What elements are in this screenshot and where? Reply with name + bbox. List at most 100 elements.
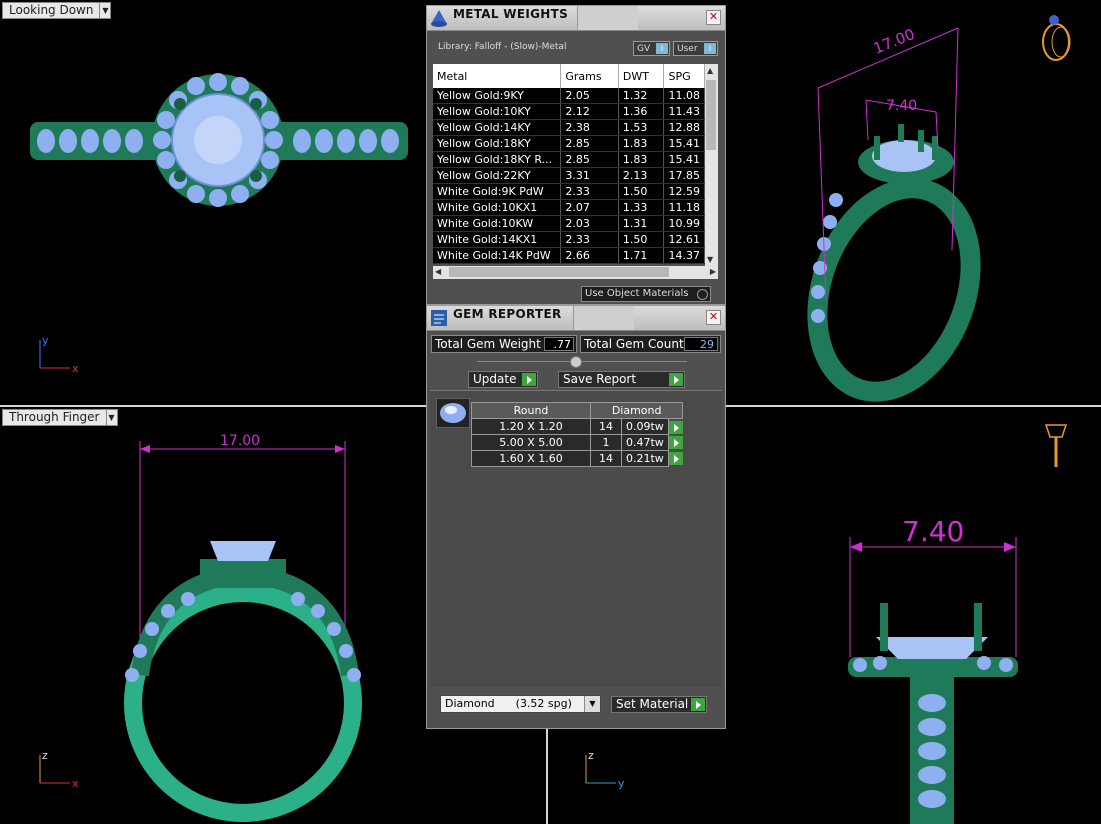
axis-v-label: z (42, 749, 48, 762)
table-cell: White Gold:14K PdW (433, 247, 562, 264)
use-object-materials-checkbox[interactable]: Use Object Materials (581, 286, 711, 302)
update-button[interactable]: Update (468, 371, 538, 388)
viewport-side[interactable]: 7.40 (726, 407, 1101, 824)
dimension-label: 7.40 (902, 515, 964, 548)
material-select-value: Diamond (3.52 spg) (445, 697, 572, 710)
set-material-button[interactable]: Set Material (611, 696, 707, 713)
table-cell: Yellow Gold:14KY (433, 119, 562, 136)
gem-weight: 0.09tw (621, 418, 669, 435)
select-gem-icon[interactable] (668, 452, 683, 466)
gem-count: 1 (590, 434, 622, 451)
play-icon (669, 373, 683, 386)
table-cell: Yellow Gold:18KY R... (433, 151, 562, 168)
gv-toggle[interactable]: GV I (633, 41, 670, 56)
scroll-down-icon[interactable]: ▼ (707, 255, 713, 264)
table-row[interactable]: Yellow Gold:10KY 2.12 1.36 11.43 (433, 103, 705, 120)
table-cell: 15.41 (663, 135, 705, 152)
scrollbar-thumb[interactable] (449, 267, 669, 277)
select-gem-icon[interactable] (668, 420, 683, 434)
toggle-knob: I (656, 43, 668, 54)
table-row[interactable]: White Gold:9K PdW 2.33 1.50 12.59 (433, 183, 705, 200)
table-row[interactable]: White Gold:10KX1 2.07 1.33 11.18 (433, 199, 705, 216)
table-row[interactable]: White Gold:14KX1 2.33 1.50 12.61 (433, 231, 705, 248)
scrollbar-thumb[interactable] (706, 80, 716, 150)
scroll-left-icon[interactable]: ◀ (435, 267, 441, 276)
table-cell: 1.31 (618, 215, 665, 232)
set-material-button-label: Set Material (616, 697, 689, 711)
save-report-button-label: Save Report (563, 372, 637, 386)
total-gem-weight-field: Total Gem Weight .77 (431, 335, 577, 353)
gem-reporter-icon (431, 310, 447, 326)
gem-shape-header: Round (471, 402, 591, 419)
view-selector-looking-down[interactable]: Looking Down ▼ (2, 2, 112, 19)
table-cell: Yellow Gold:10KY (433, 103, 562, 120)
table-cell: 2.85 (560, 135, 619, 152)
view-selector-through-finger[interactable]: Through Finger ▼ (2, 409, 118, 426)
select-gem-icon[interactable] (668, 436, 683, 450)
metal-weights-titlebar[interactable]: METAL WEIGHTS ✕ (427, 6, 725, 31)
material-select[interactable]: Diamond (3.52 spg) ▼ (440, 695, 601, 713)
table-row[interactable]: White Gold:14K PdW 2.66 1.71 14.37 (433, 247, 705, 264)
table-cell: 1.83 (618, 151, 665, 168)
table-row[interactable]: Yellow Gold:9KY 2.05 1.32 11.08 (433, 88, 705, 104)
table-cell: 1.71 (618, 247, 665, 264)
table-row[interactable]: Yellow Gold:14KY 2.38 1.53 12.88 (433, 119, 705, 136)
toggle-knob: I (704, 43, 716, 54)
splitter-line (477, 361, 687, 362)
round-gem-icon (436, 398, 470, 428)
pendant-orientation-icon (1044, 424, 1068, 467)
axis-v-label: z (588, 749, 594, 762)
table-cell: 15.41 (663, 151, 705, 168)
gem-table: Round Diamond 1.20 X 1.20 14 0.09tw 5.00 X … (471, 402, 684, 467)
scroll-right-icon[interactable]: ▶ (710, 267, 716, 276)
table-cell: Yellow Gold:9KY (433, 88, 562, 104)
chevron-down-icon[interactable]: ▼ (584, 696, 600, 712)
close-icon[interactable]: ✕ (706, 10, 721, 25)
table-row[interactable]: Yellow Gold:18KY R... 2.85 1.83 15.41 (433, 151, 705, 168)
table-cell: 2.33 (560, 231, 619, 248)
total-gem-weight-label: Total Gem Weight (435, 337, 541, 351)
axis-h-label: y (618, 777, 625, 790)
save-report-button[interactable]: Save Report (558, 371, 685, 388)
gem-row: 1.60 X 1.60 14 0.21tw (471, 450, 683, 467)
metal-table-header[interactable]: Grams (560, 64, 619, 88)
metal-weights-table: Metal Grams DWT SPG Yellow Gold:9KY 2.05 1.32… (433, 64, 705, 264)
total-gem-count-field: Total Gem Count 29 (580, 335, 721, 353)
table-row[interactable]: White Gold:10KW 2.03 1.31 10.99 (433, 215, 705, 232)
chevron-down-icon[interactable]: ▼ (100, 2, 112, 19)
table-cell: White Gold:14KX1 (433, 231, 562, 248)
table-cell: 10.99 (663, 215, 705, 232)
table-cell: 2.33 (560, 183, 619, 200)
table-cell: 11.43 (663, 103, 705, 120)
vertical-scrollbar[interactable]: ▲ ▼ (705, 64, 718, 266)
table-row[interactable]: Yellow Gold:22KY 3.31 2.13 17.85 (433, 167, 705, 184)
gem-reporter-panel: GEM REPORTER ✕ Total Gem Weight .77 Tota… (426, 305, 726, 729)
update-button-label: Update (473, 372, 517, 386)
table-cell: 11.08 (663, 88, 705, 104)
metal-table-header[interactable]: DWT (618, 64, 665, 88)
gem-count: 14 (590, 450, 622, 467)
metal-table-header[interactable]: SPG (663, 64, 705, 88)
viewport-perspective[interactable]: 17.00 7.40 (726, 0, 1101, 405)
titlebar-tab (577, 6, 638, 30)
view-name: Through Finger (2, 409, 107, 426)
play-icon (522, 373, 536, 386)
table-cell: 2.85 (560, 151, 619, 168)
close-icon[interactable]: ✕ (706, 310, 721, 325)
gem-reporter-titlebar[interactable]: GEM REPORTER ✕ (427, 306, 725, 331)
table-row[interactable]: Yellow Gold:18KY 2.85 1.83 15.41 (433, 135, 705, 152)
scroll-up-icon[interactable]: ▲ (707, 66, 713, 75)
metal-table-header[interactable]: Metal (433, 64, 562, 88)
axis-h-label: x (72, 362, 79, 375)
gv-toggle-label: GV (637, 44, 651, 54)
table-cell: Yellow Gold:18KY (433, 135, 562, 152)
axis-triad-icon: z x (39, 749, 79, 790)
gem-size: 5.00 X 5.00 (471, 434, 591, 451)
chevron-down-icon[interactable]: ▼ (106, 409, 118, 426)
viewport-looking-down[interactable]: Looking Down ▼ y x (0, 0, 426, 405)
horizontal-scrollbar[interactable]: ◀ ▶ (433, 266, 718, 279)
table-cell: Yellow Gold:22KY (433, 167, 562, 184)
gem-count: 14 (590, 418, 622, 435)
splitter-handle[interactable] (570, 356, 582, 368)
user-toggle[interactable]: User I (673, 41, 718, 56)
